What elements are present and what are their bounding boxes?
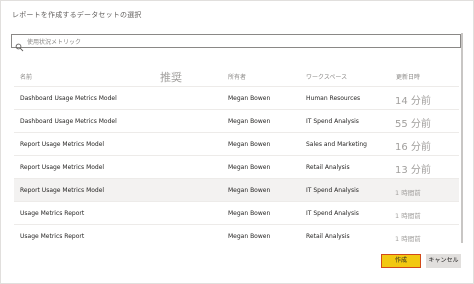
owner-name: Megan Bowen xyxy=(228,210,271,217)
column-header-recommend[interactable]: 推奨 xyxy=(160,69,182,85)
dataset-name: Report Usage Metrics Model xyxy=(20,141,105,148)
create-button[interactable]: 作成 xyxy=(381,254,421,268)
updated-time: 16 分前 xyxy=(395,142,431,153)
owner-name: Megan Bowen xyxy=(228,118,271,125)
updated-time: 1 時間前 xyxy=(395,212,421,220)
table-row[interactable]: Usage Metrics Report Megan Bowen IT Spend … xyxy=(14,201,459,224)
owner-name: Megan Bowen xyxy=(228,233,271,240)
dataset-table: Dashboard Usage Metrics Model Megan Bowen… xyxy=(14,86,459,247)
dataset-name: Usage Metrics Report xyxy=(20,233,85,240)
updated-time: 55 分前 xyxy=(395,119,431,130)
workspace-name: IT Spend Analysis xyxy=(306,118,359,125)
column-header-owner[interactable]: 所有者 xyxy=(228,72,246,81)
updated-time: 14 分前 xyxy=(395,96,431,107)
table-row[interactable]: Report Usage Metrics Model Megan Bowen Ret… xyxy=(14,155,459,178)
table-row[interactable]: Report Usage Metrics Model Megan Bowen IT … xyxy=(14,178,459,201)
column-header-name[interactable]: 名前 xyxy=(20,72,32,81)
workspace-name: Sales and Marketing xyxy=(306,141,367,148)
owner-name: Megan Bowen xyxy=(228,141,271,148)
dataset-name: Report Usage Metrics Model xyxy=(20,164,105,171)
dataset-name: Dashboard Usage Metrics Model xyxy=(20,118,117,125)
dialog-title: レポートを作成するデータセットの選択 xyxy=(12,11,142,19)
table-row[interactable]: Usage Metrics Report Megan Bowen Retail An… xyxy=(14,224,459,247)
workspace-name: IT Spend Analysis xyxy=(306,187,359,194)
updated-time: 13 分前 xyxy=(395,165,431,176)
workspace-name: Retail Analysis xyxy=(306,233,350,240)
search-input[interactable]: 使用状況メトリック xyxy=(11,34,461,52)
dataset-name: Report Usage Metrics Model xyxy=(20,187,105,194)
column-header-updated[interactable]: 更新日時 xyxy=(396,72,420,81)
column-header-workspace[interactable]: ワークスペース xyxy=(306,72,347,81)
owner-name: Megan Bowen xyxy=(228,95,271,102)
workspace-name: Retail Analysis xyxy=(306,164,350,171)
updated-time: 1 時間前 xyxy=(395,235,421,243)
table-row[interactable]: Report Usage Metrics Model Megan Bowen Sal… xyxy=(14,132,459,155)
dataset-name: Usage Metrics Report xyxy=(20,210,85,217)
table-row[interactable]: Dashboard Usage Metrics Model Megan Bowen… xyxy=(14,109,459,132)
scrollbar[interactable] xyxy=(461,33,463,243)
workspace-name: IT Spend Analysis xyxy=(306,210,359,217)
cancel-button[interactable]: キャンセル xyxy=(426,254,461,268)
updated-time: 1 時間前 xyxy=(395,189,421,197)
search-placeholder: 使用状況メトリック xyxy=(27,39,82,46)
dataset-name: Dashboard Usage Metrics Model xyxy=(20,95,117,102)
table-row[interactable]: Dashboard Usage Metrics Model Megan Bowen… xyxy=(14,86,459,109)
search-icon xyxy=(15,37,24,52)
workspace-name: Human Resources xyxy=(306,95,361,102)
owner-name: Megan Bowen xyxy=(228,164,271,171)
owner-name: Megan Bowen xyxy=(228,187,271,194)
